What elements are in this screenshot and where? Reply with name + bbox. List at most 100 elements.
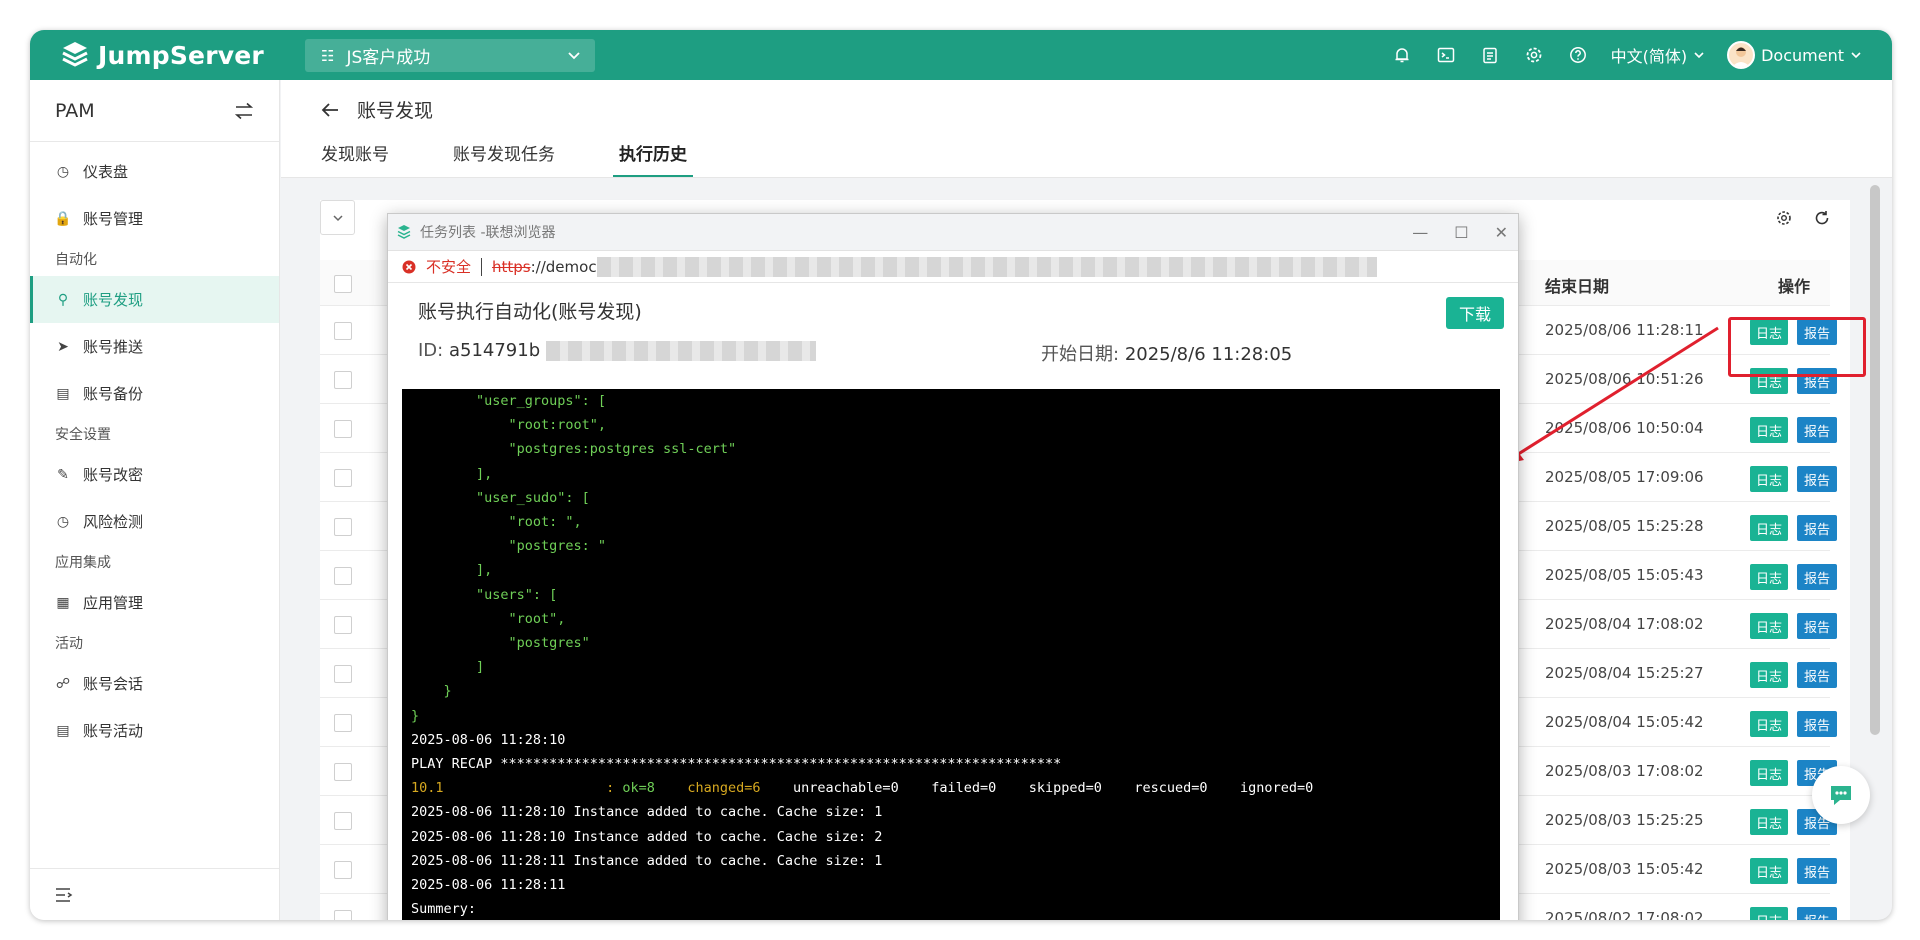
row-checkbox[interactable] — [334, 322, 352, 340]
terminal-line: } — [411, 707, 420, 724]
sidebar-item-label: 仪表盘 — [83, 163, 129, 181]
terminal-line: } — [411, 683, 452, 700]
bulk-action-dropdown[interactable] — [320, 200, 355, 235]
sidebar-header: PAM — [30, 80, 279, 142]
collapse-menu-icon[interactable] — [55, 887, 73, 903]
clipboard-icon[interactable] — [1479, 44, 1501, 66]
sidebar-item[interactable]: 🔒 账号管理 — [30, 195, 279, 242]
log-button[interactable]: 日志 — [1750, 466, 1788, 492]
row-checkbox[interactable] — [334, 763, 352, 781]
report-button[interactable]: 报告 — [1797, 662, 1837, 688]
log-button[interactable]: 日志 — [1750, 907, 1788, 920]
page-scrollbar[interactable] — [1870, 185, 1880, 735]
terminal-line: "user_groups": [ — [411, 393, 607, 409]
row-end-date: 2025/08/03 15:05:42 — [1545, 860, 1704, 878]
language-selector[interactable]: 中文(简体) — [1611, 43, 1706, 67]
logo[interactable]: JumpServer — [60, 38, 264, 72]
close-icon[interactable]: ✕ — [1495, 223, 1508, 242]
row-checkbox[interactable] — [334, 567, 352, 585]
insecure-warning-icon — [402, 260, 416, 273]
task-id-value: a514791b — [448, 340, 541, 361]
row-checkbox[interactable] — [334, 420, 352, 438]
row-checkbox[interactable] — [334, 910, 352, 920]
switch-view-icon[interactable] — [234, 102, 254, 120]
report-button[interactable]: 报告 — [1797, 907, 1837, 920]
user-menu[interactable]: Document — [1727, 41, 1862, 69]
sidebar-item[interactable]: ☍ 账号会话 — [30, 660, 279, 707]
row-checkbox[interactable] — [334, 714, 352, 732]
report-button[interactable]: 报告 — [1797, 515, 1837, 541]
sidebar-section-label: 安全设置 — [55, 427, 111, 443]
row-checkbox[interactable] — [334, 469, 352, 487]
task-id-label: ID: — [418, 340, 444, 361]
log-button[interactable]: 日志 — [1750, 809, 1788, 835]
sidebar-item[interactable]: ◷ 仪表盘 — [30, 148, 279, 195]
log-button[interactable]: 日志 — [1750, 711, 1788, 737]
row-end-date: 2025/08/04 15:05:42 — [1545, 713, 1704, 731]
help-icon[interactable] — [1567, 44, 1589, 66]
row-checkbox[interactable] — [334, 371, 352, 389]
log-button[interactable]: 日志 — [1750, 515, 1788, 541]
terminal-line: Summery: — [411, 901, 477, 918]
org-selector[interactable]: ☷ JS客户成功 — [305, 39, 595, 72]
bell-icon[interactable] — [1391, 44, 1413, 66]
report-button[interactable]: 报告 — [1797, 711, 1837, 737]
sidebar-footer — [30, 868, 279, 920]
report-button[interactable]: 报告 — [1797, 564, 1837, 590]
log-button[interactable]: 日志 — [1750, 858, 1788, 884]
sidebar-item[interactable]: ▦ 应用管理 — [30, 579, 279, 626]
send-icon: ➤ — [57, 338, 69, 355]
log-button[interactable]: 日志 — [1750, 564, 1788, 590]
log-button[interactable]: 日志 — [1750, 760, 1788, 786]
sidebar-item-label: 账号推送 — [83, 338, 144, 356]
popup-address-bar[interactable]: 不安全 https ://democ — [388, 251, 1518, 283]
sidebar-item[interactable]: ▤ 账号备份 — [30, 370, 279, 417]
url-text: ://democ — [530, 257, 597, 276]
maximize-icon[interactable]: ☐ — [1454, 223, 1468, 242]
sidebar-item[interactable]: ◷ 风险检测 — [30, 498, 279, 545]
sidebar-item-label: 账号会话 — [83, 675, 144, 693]
row-end-date: 2025/08/05 15:25:28 — [1545, 517, 1704, 535]
select-all-checkbox[interactable] — [334, 275, 352, 293]
log-button[interactable]: 日志 — [1750, 417, 1788, 443]
download-button[interactable]: 下载 — [1446, 297, 1504, 329]
row-end-date: 2025/08/02 17:08:02 — [1545, 909, 1704, 920]
log-button[interactable]: 日志 — [1750, 613, 1788, 639]
report-button[interactable]: 报告 — [1797, 613, 1837, 639]
report-button[interactable]: 报告 — [1797, 417, 1837, 443]
gear-icon[interactable] — [1523, 44, 1545, 66]
minimize-icon[interactable]: — — [1412, 223, 1428, 242]
tab-discovery-tasks[interactable]: 账号发现任务 — [453, 140, 555, 177]
chevron-down-icon — [1694, 52, 1704, 59]
terminal-output[interactable]: "user_groups": [ "root:root", "postgres:… — [402, 389, 1500, 920]
chevron-down-icon — [332, 214, 343, 221]
sidebar-item[interactable]: ⚲ 账号发现 — [30, 276, 279, 323]
sidebar-section-label: 应用集成 — [55, 555, 111, 571]
popup-titlebar[interactable]: 任务列表 -联想浏览器 — ☐ ✕ — [388, 214, 1518, 251]
log-button[interactable]: 日志 — [1750, 662, 1788, 688]
key-change-icon: ✎ — [57, 466, 69, 483]
tab-execution-history[interactable]: 执行历史 — [613, 140, 693, 177]
table-settings-icon[interactable] — [1776, 210, 1792, 226]
column-header-end-date[interactable]: 结束日期 — [1545, 273, 1609, 297]
sidebar-item[interactable]: ▤ 账号活动 — [30, 707, 279, 754]
tab-discovered-accounts[interactable]: 发现账号 — [321, 140, 389, 177]
annotation-arrow — [1500, 326, 1719, 465]
report-button[interactable]: 报告 — [1797, 858, 1837, 884]
row-checkbox[interactable] — [334, 518, 352, 536]
row-checkbox[interactable] — [334, 812, 352, 830]
terminal-line: ], — [411, 465, 493, 482]
recap-changed: changed=6 — [687, 780, 761, 797]
terminal-line: "root:root", — [411, 417, 607, 434]
row-checkbox[interactable] — [334, 616, 352, 634]
report-button[interactable]: 报告 — [1797, 466, 1837, 492]
row-checkbox[interactable] — [334, 861, 352, 879]
sidebar-item[interactable]: ✎ 账号改密 — [30, 451, 279, 498]
column-header-actions: 操作 — [1778, 277, 1811, 296]
refresh-icon[interactable] — [1814, 210, 1830, 226]
sidebar-item[interactable]: ➤ 账号推送 — [30, 323, 279, 370]
row-checkbox[interactable] — [334, 665, 352, 683]
back-arrow-icon[interactable] — [321, 102, 339, 118]
chat-support-button[interactable] — [1812, 766, 1870, 824]
terminal-icon[interactable] — [1435, 44, 1457, 66]
